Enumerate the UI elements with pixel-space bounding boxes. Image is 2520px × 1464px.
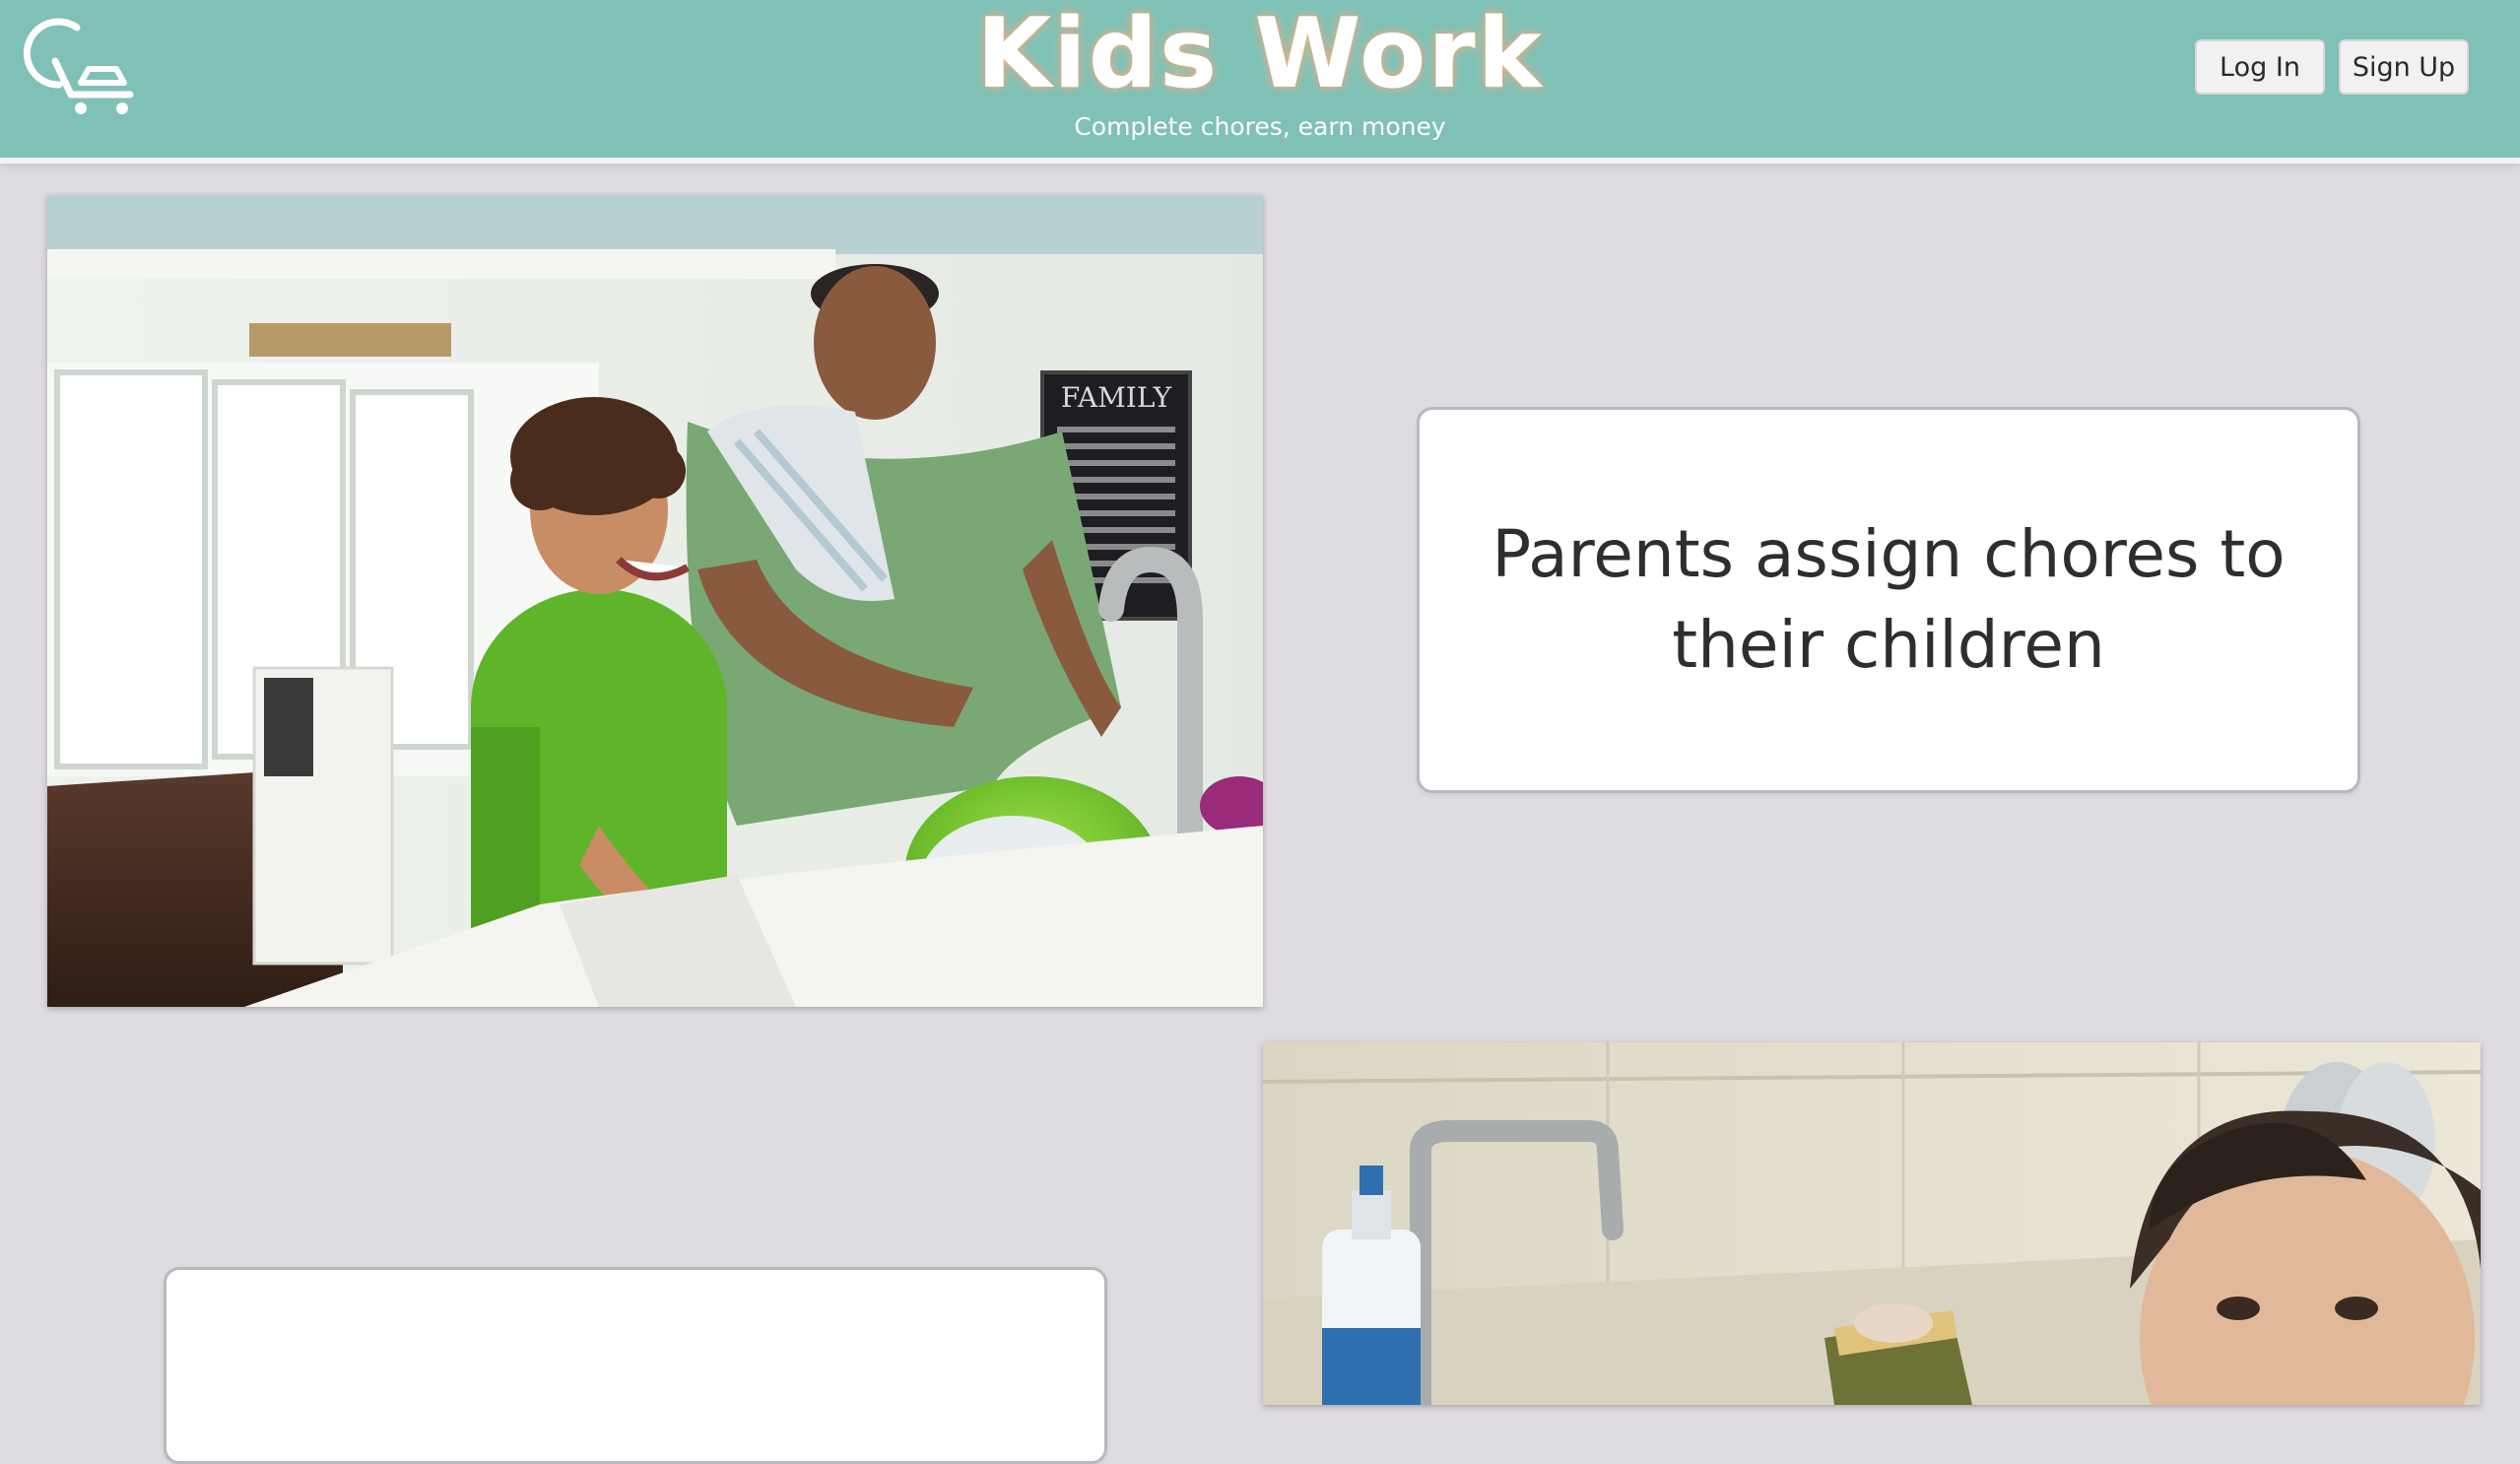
log-in-button[interactable]: Log In — [2195, 39, 2325, 95]
feature-card: Parents assign chores to their children — [1417, 407, 2360, 793]
site-tagline: Complete chores, earn money — [1074, 112, 1446, 141]
svg-text:FAMILY: FAMILY — [1061, 381, 1172, 414]
site-title: Kids Work — [976, 0, 1544, 110]
father-and-son-washing-dishes-photo: FAMILY — [47, 195, 1263, 1007]
boy-scrubbing-dishes-photo — [1263, 1042, 2481, 1405]
site-header: Kids Work Complete chores, earn money Lo… — [0, 0, 2520, 164]
feature-card — [164, 1267, 1107, 1464]
feature-card-text: Parents assign chores to their children — [1492, 516, 2286, 683]
sign-up-button[interactable]: Sign Up — [2339, 39, 2469, 95]
